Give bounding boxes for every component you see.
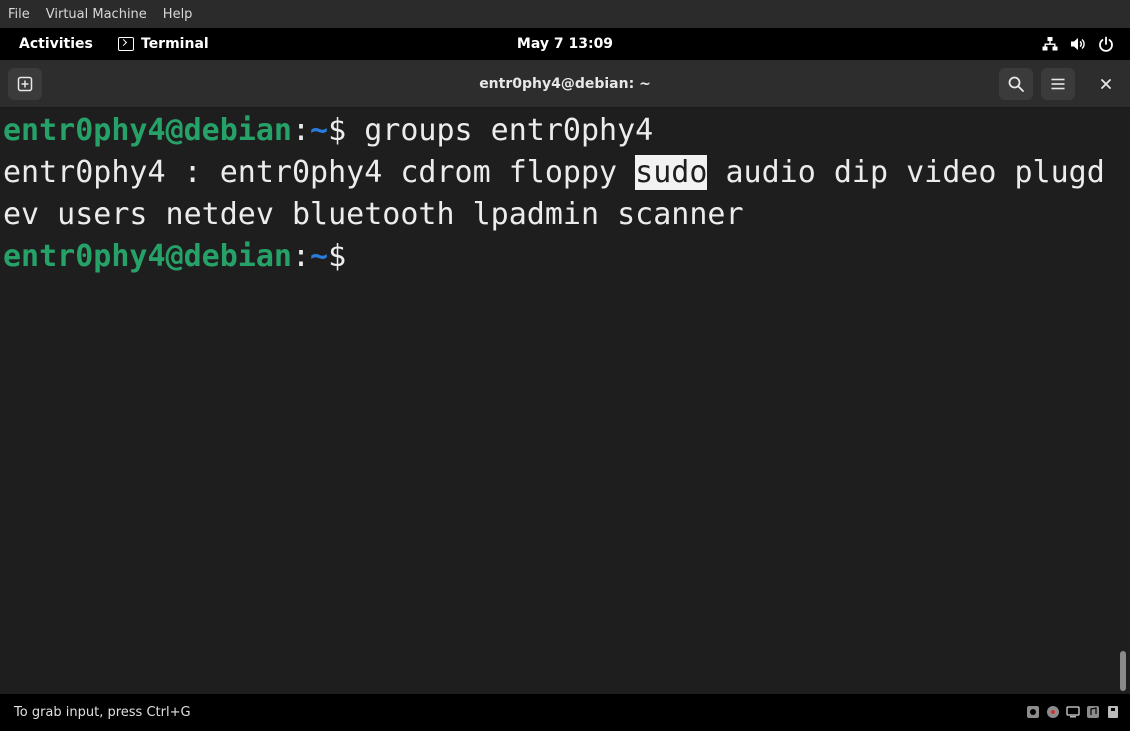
new-tab-icon [17,76,33,92]
terminal-line-output: ev users netdev bluetooth lpadmin scanne… [3,197,744,232]
terminal-scrollbar[interactable] [1116,108,1130,694]
command-text: groups entr0phy4 [346,113,654,148]
audio-icon[interactable] [1086,705,1100,719]
prompt-path: ~ [310,239,329,274]
prompt-colon: : [291,113,311,148]
menu-file[interactable]: File [8,7,30,22]
search-icon [1008,76,1024,92]
new-tab-button[interactable] [8,68,42,100]
volume-icon [1071,38,1085,50]
selected-text: sudo [635,155,708,190]
terminal-icon [118,37,134,51]
output-text: audio dip video plugd [707,155,1105,190]
terminal-output[interactable]: entr0phy4@debian:~$ groups entr0phy4 ent… [0,108,1116,694]
scrollbar-thumb[interactable] [1120,651,1126,691]
app-menu-label: Terminal [141,36,209,52]
app-menu-button[interactable]: Terminal [118,28,209,60]
menu-help[interactable]: Help [163,7,193,22]
prompt-symbol: $ [328,239,347,274]
terminal-headerbar: entr0phy4@debian: ~ [0,60,1130,108]
window-title: entr0phy4@debian: ~ [479,76,651,92]
usb-icon[interactable] [1106,705,1120,719]
terminal-line-command: entr0phy4@debian:~$ groups entr0phy4 [3,110,653,152]
optical-drive-icon[interactable] [1046,705,1060,719]
vm-statusbar: To grab input, press Ctrl+G [0,694,1130,731]
prompt-user-host: entr0phy4@debian [3,239,292,274]
close-window-button[interactable] [1089,68,1123,100]
prompt-symbol: $ [328,113,347,148]
prompt-path: ~ [310,113,329,148]
hamburger-menu-button[interactable] [1041,68,1075,100]
prompt-colon: : [291,239,311,274]
vm-device-icons [1026,705,1120,719]
menu-virtual-machine[interactable]: Virtual Machine [46,7,147,22]
output-text: entr0phy4 : entr0phy4 cdrom floppy [3,155,636,190]
search-button[interactable] [999,68,1033,100]
clock[interactable]: May 7 13:09 [517,36,613,52]
display-icon[interactable] [1066,705,1080,719]
grab-input-hint: To grab input, press Ctrl+G [14,705,191,720]
system-status-area[interactable] [1042,28,1114,60]
hamburger-icon [1051,78,1065,90]
terminal-line-output: entr0phy4 : entr0phy4 cdrom floppy sudo … [3,152,1105,194]
prompt-user-host: entr0phy4@debian [3,113,292,148]
gnome-topbar: Activities Terminal May 7 13:09 [0,28,1130,60]
close-icon [1101,79,1111,89]
hard-disk-icon[interactable] [1026,705,1040,719]
activities-button[interactable]: Activities [19,28,93,60]
terminal-line-prompt: entr0phy4@debian:~$ [3,236,346,278]
vm-menubar: File Virtual Machine Help [0,0,1130,28]
network-icon [1042,37,1058,51]
power-icon [1099,36,1113,52]
